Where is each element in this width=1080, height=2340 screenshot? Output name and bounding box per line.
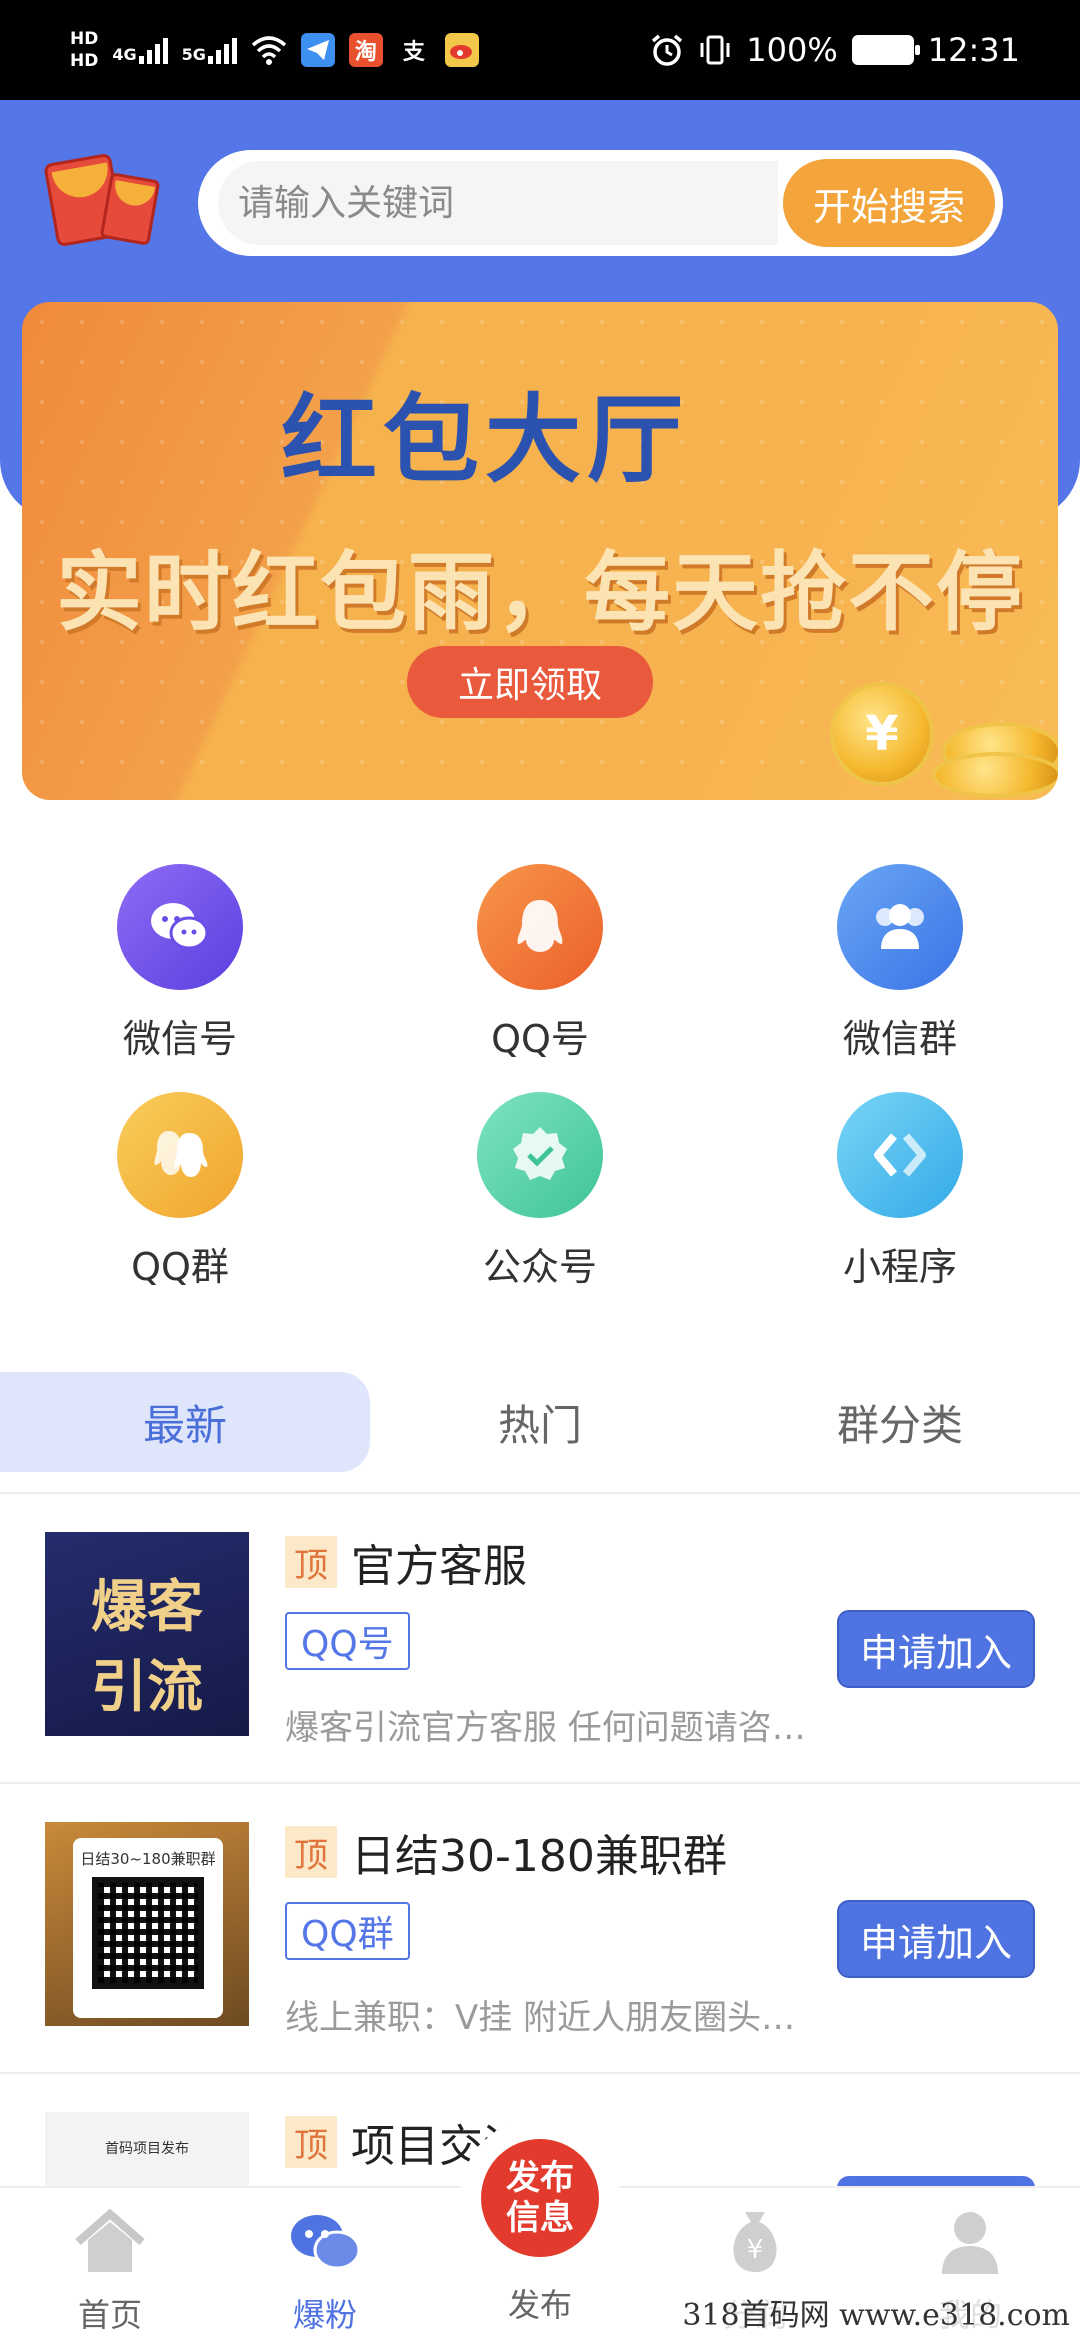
network-type-1: 4G <box>112 45 137 64</box>
list-item[interactable]: 爆客 引流 顶 官方客服 QQ号 爆客引流官方客服 任何问题请咨… 申请加入 <box>0 1492 1080 1782</box>
signal-2-icon: 5G <box>182 36 237 64</box>
list-item[interactable]: 日结30~180兼职群 顶 日结30-180兼职群 QQ群 线上兼职：V挂 附近… <box>0 1782 1080 2072</box>
item-tag: QQ群 <box>285 1902 410 1960</box>
clock: 12:31 <box>927 31 1020 69</box>
thumb-text-2: 引流 <box>91 1655 203 1720</box>
home-icon <box>75 2208 145 2272</box>
wechat-chat-icon <box>291 2215 361 2270</box>
qr-code-icon <box>92 1877 204 1989</box>
search-button[interactable]: 开始搜索 <box>783 159 995 247</box>
pinned-badge: 顶 <box>285 2116 337 2168</box>
weibo-app-icon <box>444 33 479 67</box>
category-label: QQ号 <box>491 1017 589 1061</box>
wechat-icon <box>117 864 243 990</box>
coin-icon: ¥ <box>830 682 934 786</box>
category-label: QQ群 <box>131 1245 229 1289</box>
network-type-2: 5G <box>181 45 206 64</box>
verified-icon <box>477 1092 603 1218</box>
coin-stack-2-icon <box>932 752 1058 798</box>
publish-button[interactable]: 发布信息 <box>460 2118 620 2278</box>
mini-program-icon <box>837 1092 963 1218</box>
nav-publish-label: 发布 <box>507 2286 572 2324</box>
pinned-badge: 顶 <box>285 1826 337 1878</box>
hd-indicator: HD HD <box>70 28 98 72</box>
thumb-text-1: 日结30~180兼职群 <box>80 1850 216 1868</box>
thumb-text-1: 爆客 <box>91 1575 203 1640</box>
nav-fans[interactable]: 爆粉 <box>235 2206 415 2336</box>
money-bag-icon: ¥ <box>733 2212 777 2272</box>
status-left: HD HD 4G 5G 淘 支 <box>70 28 479 72</box>
group-icon <box>837 864 963 990</box>
qq-group-icon <box>117 1092 243 1218</box>
apply-join-button[interactable]: 申请加入 <box>837 1900 1035 1978</box>
nav-home-label: 首页 <box>77 2296 142 2334</box>
item-thumbnail: 日结30~180兼职群 <box>45 1822 249 2026</box>
promo-banner[interactable]: 红包大厅 实时红包雨，每天抢不停 立即领取 ¥ <box>22 302 1058 800</box>
signal-1-icon: 4G <box>112 36 168 64</box>
category-official-account[interactable]: 公众号 <box>450 1092 630 1291</box>
pinned-badge: 顶 <box>285 1536 337 1588</box>
app-screen: HD HD 4G 5G 淘 支 100% 12:31 请输入关键词 开始搜索 红… <box>0 0 1080 2340</box>
tab-group-category[interactable]: 群分类 <box>715 1372 1080 1472</box>
banner-subtitle: 实时红包雨，每天抢不停 <box>56 543 1024 643</box>
battery-icon <box>851 35 920 65</box>
item-thumbnail: 首码项目发布 <box>45 2112 249 2186</box>
telegram-app-icon <box>300 33 335 67</box>
alipay-app-icon: 支 <box>402 40 425 65</box>
hd2-label: HD <box>70 51 99 71</box>
publish-badge: 发布信息 <box>481 2139 599 2257</box>
nav-fans-label: 爆粉 <box>292 2296 357 2334</box>
search-bar: 开始搜索 <box>198 150 1003 256</box>
category-label: 微信群 <box>842 1017 957 1061</box>
nav-home[interactable]: 首页 <box>20 2206 200 2336</box>
category-label: 微信号 <box>122 1017 237 1061</box>
category-wechat-id[interactable]: 微信号 <box>90 864 270 1063</box>
nav-publish[interactable]: 发布 <box>450 2280 630 2326</box>
item-description: 爆客引流官方客服 任何问题请咨… <box>285 1708 806 1748</box>
money-bag-symbol: ¥ <box>747 2235 764 2265</box>
category-label: 小程序 <box>842 1245 957 1289</box>
item-title: 官方客服 <box>351 1541 527 1592</box>
item-thumbnail: 爆客 引流 <box>45 1532 249 1736</box>
claim-button[interactable]: 立即领取 <box>407 646 653 718</box>
thumb-text-1: 首码项目发布 <box>105 2141 189 2157</box>
wifi-icon <box>251 36 287 65</box>
category-qq-group[interactable]: QQ群 <box>90 1092 270 1291</box>
category-qq-id[interactable]: QQ号 <box>450 864 630 1063</box>
category-mini-program[interactable]: 小程序 <box>810 1092 990 1291</box>
apply-join-button[interactable] <box>837 2176 1035 2186</box>
battery-percent: 100% <box>746 31 838 69</box>
vibrate-icon <box>700 35 730 65</box>
list-tabs: 最新 热门 群分类 <box>0 1372 1080 1476</box>
taobao-app-icon: 淘 <box>348 33 383 67</box>
hd1-label: HD <box>70 29 99 49</box>
qq-icon <box>477 864 603 990</box>
red-envelope-logo-icon <box>43 152 161 248</box>
tab-latest[interactable]: 最新 <box>0 1372 370 1472</box>
category-label: 公众号 <box>482 1245 597 1289</box>
alarm-icon <box>652 34 683 66</box>
apply-join-button[interactable]: 申请加入 <box>837 1610 1035 1688</box>
status-bar: HD HD 4G 5G 淘 支 100% 12:31 <box>0 0 1080 100</box>
tab-hot[interactable]: 热门 <box>355 1372 725 1472</box>
watermark: 318首码网 www.e318.com <box>682 2290 1070 2334</box>
search-input[interactable] <box>218 161 778 245</box>
item-tag: QQ号 <box>285 1612 410 1670</box>
category-wechat-group[interactable]: 微信群 <box>810 864 990 1063</box>
banner-title: 红包大厅 <box>281 383 689 496</box>
item-title: 日结30-180兼职群 <box>351 1831 727 1882</box>
item-title-row: 顶 官方客服 <box>285 1530 527 1594</box>
item-title-row: 顶 日结30-180兼职群 <box>285 1820 727 1884</box>
user-icon <box>942 2212 998 2274</box>
status-right: 100% 12:31 <box>650 31 1020 69</box>
item-description: 线上兼职：V挂 附近人朋友圈头… <box>285 1998 796 2038</box>
